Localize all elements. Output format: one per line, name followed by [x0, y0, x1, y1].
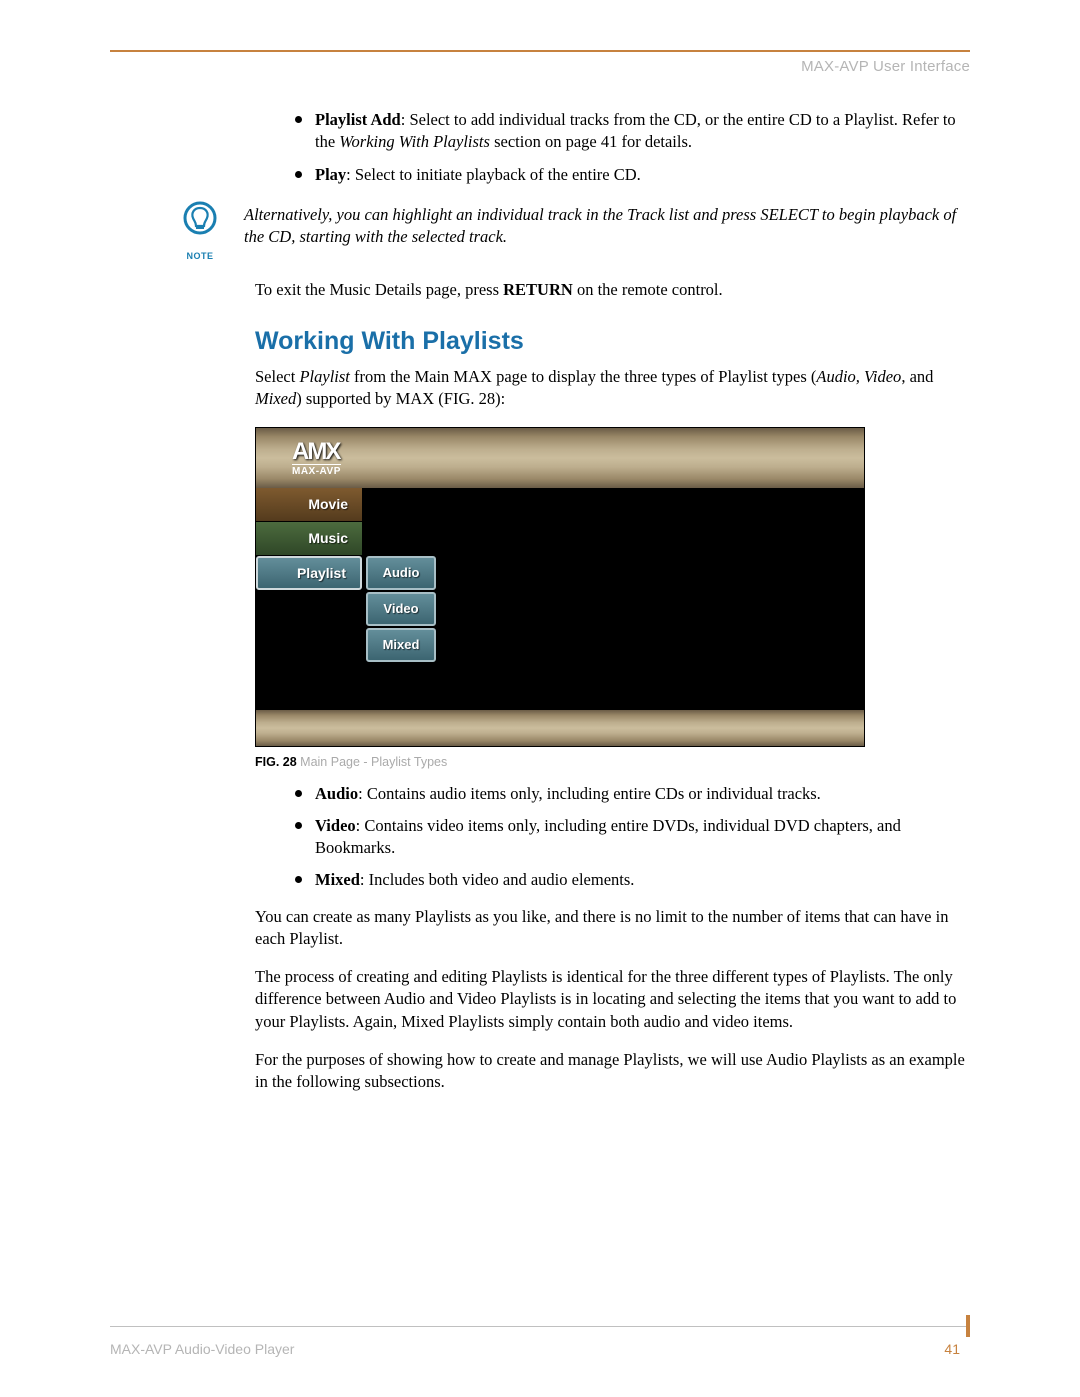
paragraph: You can create as many Playlists as you …: [255, 906, 970, 951]
bullet-label: Audio: [315, 784, 358, 803]
nav-item-movie[interactable]: Movie: [256, 488, 362, 522]
header-rule: [110, 50, 970, 52]
figure-body: Movie Music Playlist Audio Video Mixed: [256, 488, 864, 710]
bullet-list-top: Playlist Add: Select to add individual t…: [295, 109, 970, 186]
figure-screenshot: AMX MAX-AVP Movie Music Playlist Audio V…: [255, 427, 865, 747]
bullet-text: : Includes both video and audio elements…: [360, 870, 634, 889]
figure-header-bar: AMX MAX-AVP: [256, 428, 864, 488]
list-item: Play: Select to initiate playback of the…: [295, 164, 970, 186]
caption-text: Main Page - Playlist Types: [297, 755, 448, 769]
submenu-video[interactable]: Video: [366, 592, 436, 626]
figure-caption: FIG. 28 Main Page - Playlist Types: [255, 755, 970, 769]
text: To exit the Music Details page, press: [255, 280, 503, 299]
caption-label: FIG. 28: [255, 755, 297, 769]
bullet-text: : Select to initiate playback of the ent…: [346, 165, 641, 184]
bullet-text: : Contains audio items only, including e…: [358, 784, 821, 803]
logo-text: AMX: [292, 438, 341, 466]
text: ) supported by MAX (FIG. 28):: [296, 389, 505, 408]
bullet-label: Play: [315, 165, 346, 184]
bullet-label: Video: [315, 816, 356, 835]
section-heading: Working With Playlists: [255, 327, 970, 356]
list-item: Playlist Add: Select to add individual t…: [295, 109, 970, 154]
list-item: Audio: Contains audio items only, includ…: [295, 783, 970, 805]
paragraph: To exit the Music Details page, press RE…: [255, 279, 970, 301]
tip-icon: NOTE: [180, 200, 220, 261]
paragraph: Select Playlist from the Main MAX page t…: [255, 366, 970, 411]
list-item: Video: Contains video items only, includ…: [295, 815, 970, 860]
footer-rule: [110, 1326, 966, 1327]
amx-logo: AMX MAX-AVP: [292, 438, 341, 477]
text-italic: Audio, Video: [816, 367, 901, 386]
paragraph: For the purposes of showing how to creat…: [255, 1049, 970, 1094]
text-italic: Mixed: [255, 389, 296, 408]
header-title: MAX-AVP User Interface: [110, 58, 970, 75]
text: from the Main MAX page to display the th…: [350, 367, 817, 386]
bullet-text: section on page 41 for details.: [490, 132, 692, 151]
footer-title: MAX-AVP Audio-Video Player: [110, 1341, 294, 1357]
note-block: NOTE Alternatively, you can highlight an…: [180, 200, 970, 261]
note-text: Alternatively, you can highlight an indi…: [244, 200, 970, 249]
paragraph: The process of creating and editing Play…: [255, 966, 970, 1033]
bullet-text-italic: Working With Playlists: [339, 132, 490, 151]
text-bold: RETURN: [503, 280, 573, 299]
page-number: 41: [944, 1341, 970, 1357]
nav-column: Movie Music Playlist: [256, 488, 362, 590]
figure-footer-bar: [256, 710, 864, 746]
submenu-audio[interactable]: Audio: [366, 556, 436, 590]
logo-subtext: MAX-AVP: [292, 464, 341, 477]
nav-item-music[interactable]: Music: [256, 522, 362, 556]
submenu-mixed[interactable]: Mixed: [366, 628, 436, 662]
nav-item-playlist[interactable]: Playlist: [256, 556, 362, 590]
note-label: NOTE: [180, 251, 220, 261]
list-item: Mixed: Includes both video and audio ele…: [295, 869, 970, 891]
text-italic: Playlist: [299, 367, 349, 386]
text: , and: [901, 367, 933, 386]
bullet-label: Mixed: [315, 870, 360, 889]
submenu-column: Audio Video Mixed: [366, 556, 436, 664]
text: Select: [255, 367, 299, 386]
text: on the remote control.: [573, 280, 723, 299]
footer: MAX-AVP Audio-Video Player 41: [110, 1315, 970, 1357]
bullet-label: Playlist Add: [315, 110, 401, 129]
bullet-list-types: Audio: Contains audio items only, includ…: [295, 783, 970, 892]
footer-rule-accent: [966, 1315, 970, 1337]
bullet-text: : Contains video items only, including e…: [315, 816, 901, 857]
